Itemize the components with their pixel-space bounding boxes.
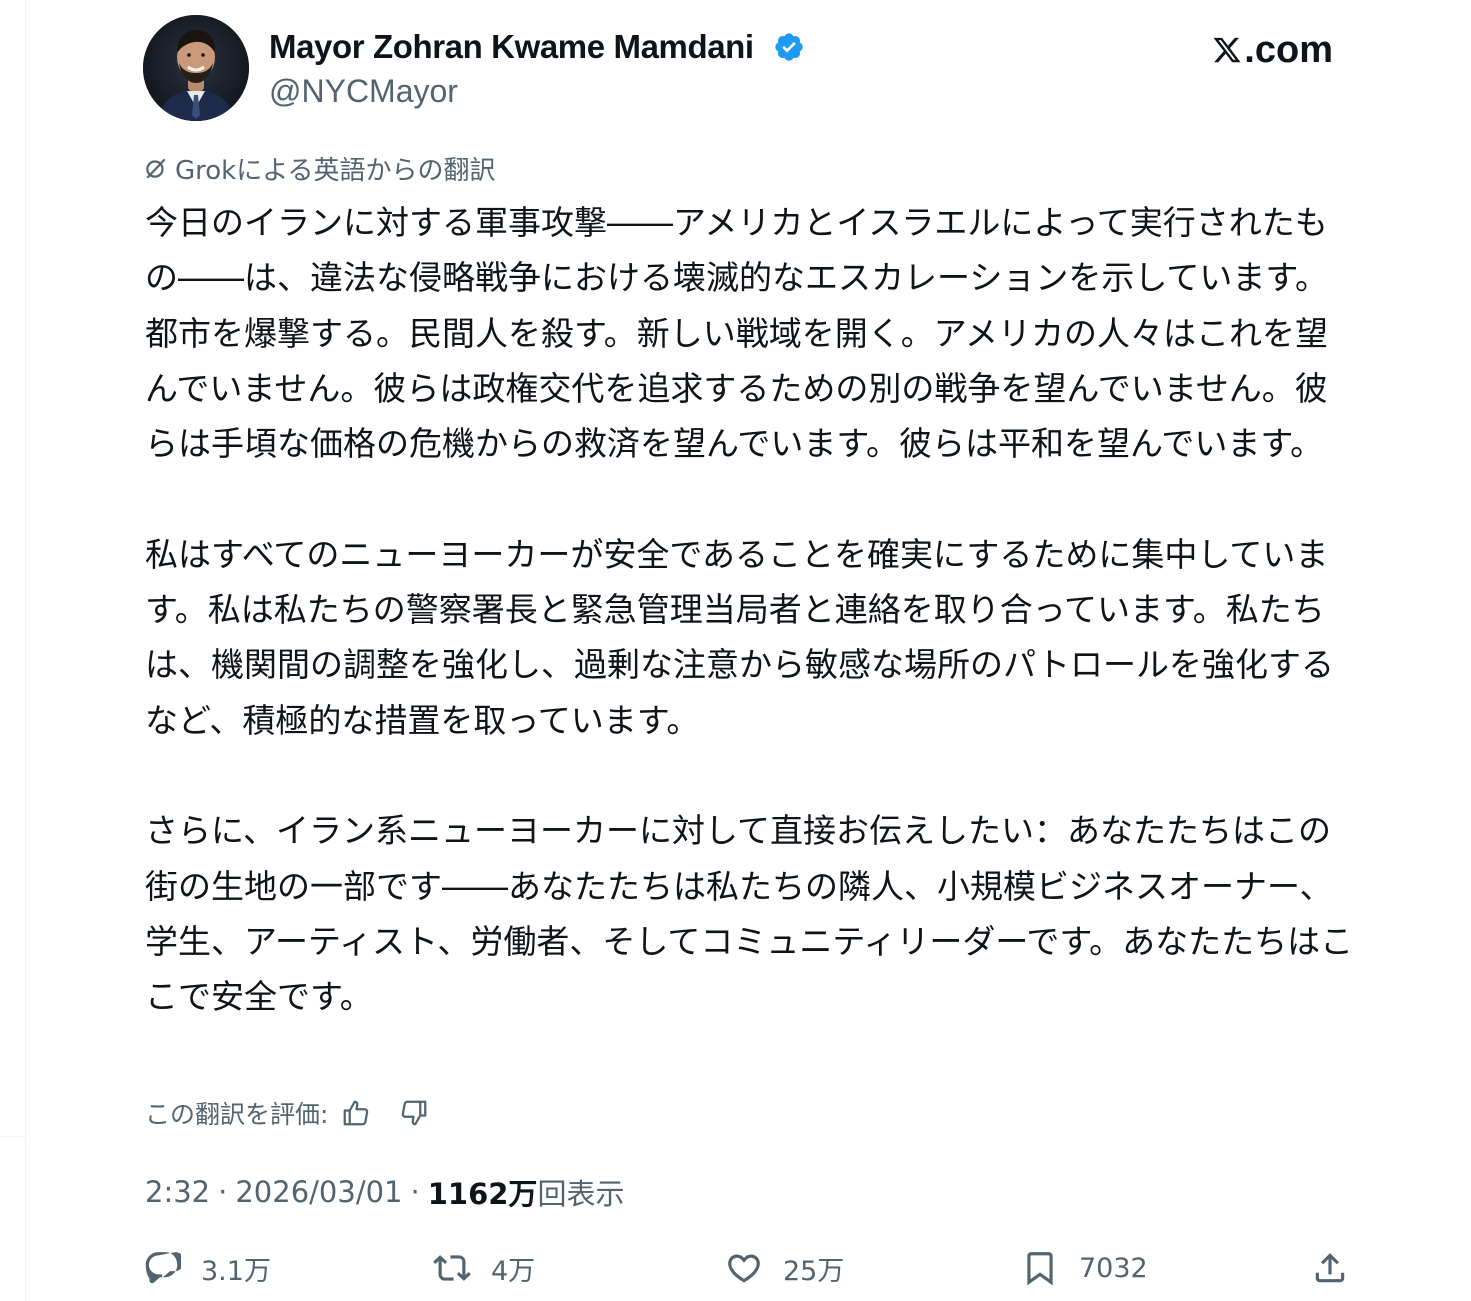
thumbs-down-icon <box>402 1100 427 1126</box>
bookmark-button[interactable]: 7032 <box>1021 1245 1148 1291</box>
rate-translation-label: この翻訳を評価: <box>145 1100 329 1129</box>
reply-icon <box>145 1252 181 1284</box>
views-label: 回表示 <box>537 1177 625 1211</box>
tweet-meta: 2:32 · 2026/03/01 · 1162万 回表示 <box>145 1170 624 1214</box>
tweet-actions: 3.1万 4万 25万 7032 <box>143 1245 1353 1291</box>
like-button[interactable]: 25万 <box>725 1245 844 1291</box>
thumbs-up-icon <box>344 1100 369 1126</box>
x-logo-icon <box>1213 37 1241 63</box>
repost-count: 4万 <box>491 1255 536 1287</box>
verified-badge-icon <box>775 33 803 61</box>
repost-button[interactable]: 4万 <box>433 1245 535 1291</box>
grok-icon <box>146 158 166 179</box>
heart-icon <box>728 1254 760 1283</box>
thumbs-down-button[interactable] <box>394 1093 434 1133</box>
bookmark-icon <box>1027 1252 1053 1286</box>
share-icon <box>1315 1253 1345 1283</box>
author-name[interactable]: Mayor Zohran Kwame Mamdani <box>269 27 754 67</box>
avatar-photo <box>143 15 249 121</box>
meta-separator: · <box>218 1175 228 1209</box>
translation-note-label: Grokによる英語からの翻訳 <box>175 155 496 186</box>
tweet-text: 今日のイランに対する軍事攻撃――アメリカとイスラエルによって実行されたもの――は… <box>145 195 1360 1024</box>
avatar[interactable] <box>143 15 249 121</box>
like-count: 25万 <box>783 1255 845 1287</box>
reply-count: 3.1万 <box>201 1255 271 1287</box>
translation-note: Grokによる英語からの翻訳 <box>143 150 495 186</box>
tweet-header: Mayor Zohran Kwame Mamdani @NYCMayor .co… <box>143 15 1333 125</box>
tweet-page: Mayor Zohran Kwame Mamdani @NYCMayor .co… <box>0 0 1471 1301</box>
tweet-date[interactable]: 2026/03/01 <box>235 1175 402 1209</box>
tweet-paragraph: 今日のイランに対する軍事攻撃――アメリカとイスラエルによって実行されたもの――は… <box>145 203 1329 464</box>
left-divider-tick <box>0 1136 25 1137</box>
repost-icon <box>433 1255 471 1281</box>
thumbs-up-button[interactable] <box>336 1093 376 1133</box>
reply-button[interactable]: 3.1万 <box>143 1245 271 1291</box>
bookmark-count: 7032 <box>1079 1252 1148 1284</box>
site-logo-suffix: .com <box>1244 29 1333 71</box>
tweet-time[interactable]: 2:32 <box>145 1175 210 1209</box>
rate-translation: この翻訳を評価: <box>145 1093 434 1133</box>
tweet-paragraph: 私はすべてのニューヨーカーが安全であることを確実にするために集中しています。私は… <box>145 534 1334 740</box>
left-divider <box>25 0 26 1301</box>
meta-separator: · <box>410 1175 420 1209</box>
site-logo: .com <box>1212 29 1333 71</box>
author-handle[interactable]: @NYCMayor <box>269 71 458 111</box>
views-count: 1162万 <box>427 1177 538 1211</box>
share-button[interactable] <box>1311 1245 1369 1291</box>
tweet-paragraph: さらに、イラン系ニューヨーカーに対して直接お伝えしたい：あなたたちはこの街の生地… <box>145 811 1354 1017</box>
